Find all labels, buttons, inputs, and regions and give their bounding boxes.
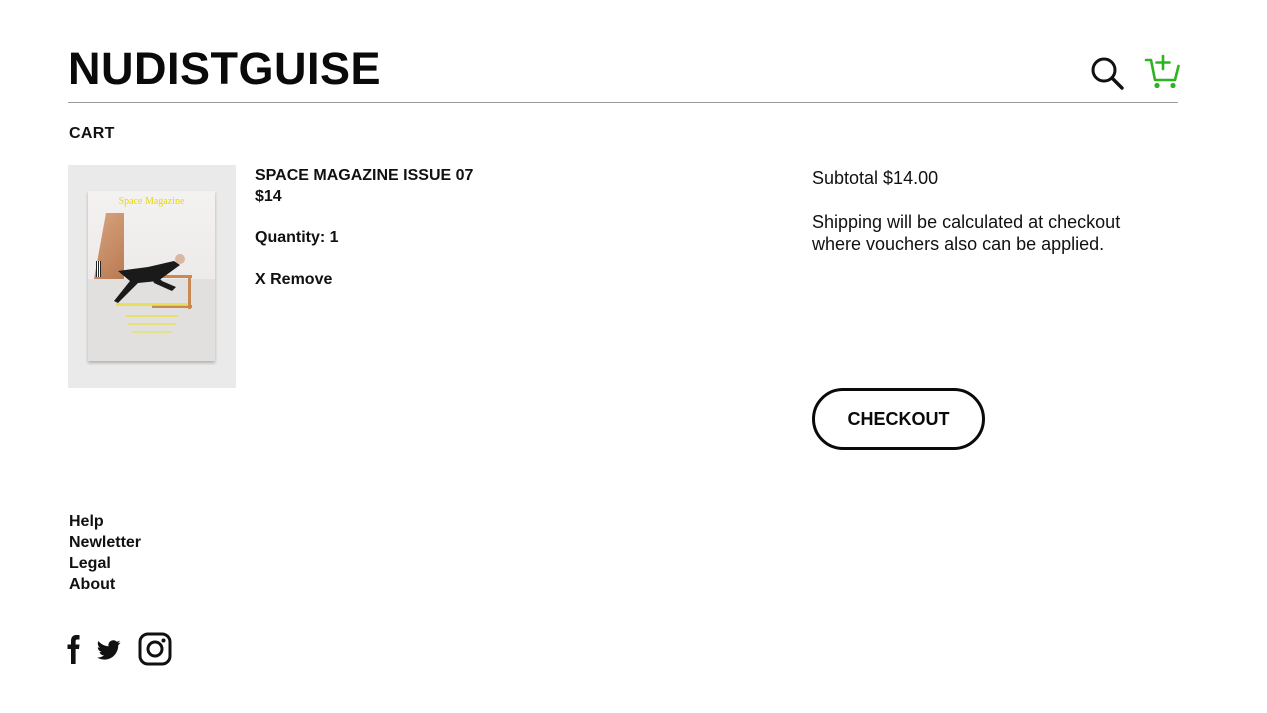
footer-link-help[interactable]: Help (69, 511, 141, 532)
product-name[interactable]: SPACE MAGAZINE ISSUE 07 (255, 166, 473, 186)
subtotal: Subtotal $14.00 (812, 168, 939, 188)
footer-link-newsletter[interactable]: Newletter (69, 532, 141, 553)
instagram-icon (138, 632, 172, 666)
facebook-icon (67, 635, 80, 664)
product-quantity: Quantity: 1 (255, 229, 339, 246)
footer-link-about[interactable]: About (69, 574, 141, 595)
product-details: SPACE MAGAZINE ISSUE 07 $14 Quantity: 1 … (255, 166, 473, 290)
magazine-cover-image: Space Magazine (88, 191, 215, 361)
cover-figure (114, 254, 192, 333)
footer-link-legal[interactable]: Legal (69, 553, 141, 574)
site-logo[interactable]: NUDISTGUISE (68, 44, 381, 94)
checkout-button[interactable]: CHECKOUT (812, 388, 985, 450)
product-price: $14 (255, 188, 282, 205)
cart-button[interactable] (1144, 52, 1184, 92)
twitter-link[interactable] (96, 632, 122, 671)
remove-item-button[interactable]: X Remove (255, 270, 332, 290)
product-image[interactable]: Space Magazine (68, 165, 236, 388)
twitter-icon (96, 640, 121, 660)
facebook-link[interactable] (66, 632, 82, 671)
site-header: NUDISTGUISE (68, 40, 1180, 103)
cart-add-icon (1144, 54, 1180, 89)
shipping-note: Shipping will be calculated at checkout … (812, 212, 1121, 254)
search-icon (1091, 57, 1124, 90)
footer-nav: Help Newletter Legal About (69, 511, 141, 595)
cart-title: CART (69, 125, 115, 142)
search-button[interactable] (1089, 54, 1129, 94)
instagram-link[interactable] (138, 632, 172, 671)
order-summary: Subtotal $14.00 Shipping will be calcula… (812, 167, 1172, 255)
